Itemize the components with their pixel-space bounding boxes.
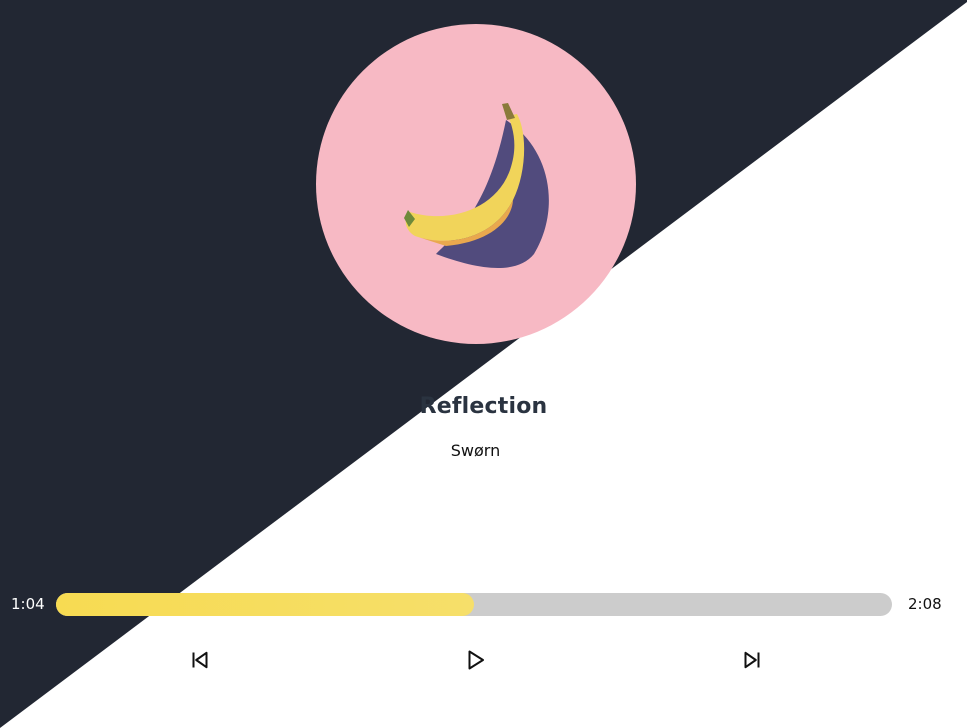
banana-icon — [316, 24, 636, 344]
skip-back-icon — [192, 651, 208, 669]
progress-fill — [56, 593, 474, 616]
skip-forward-icon — [744, 651, 760, 669]
elapsed-time: 1:04 — [11, 595, 45, 613]
track-title: Reflection — [419, 394, 548, 419]
play-icon — [468, 650, 484, 670]
play-button[interactable] — [462, 646, 490, 674]
next-track-button[interactable] — [738, 646, 766, 674]
album-art — [316, 24, 636, 344]
progress-bar[interactable] — [56, 593, 892, 616]
music-player: Reflection Swørn 1:04 2:08 — [0, 0, 967, 728]
previous-track-button[interactable] — [186, 646, 214, 674]
total-duration: 2:08 — [908, 595, 942, 613]
track-artist: Swørn — [450, 441, 501, 460]
